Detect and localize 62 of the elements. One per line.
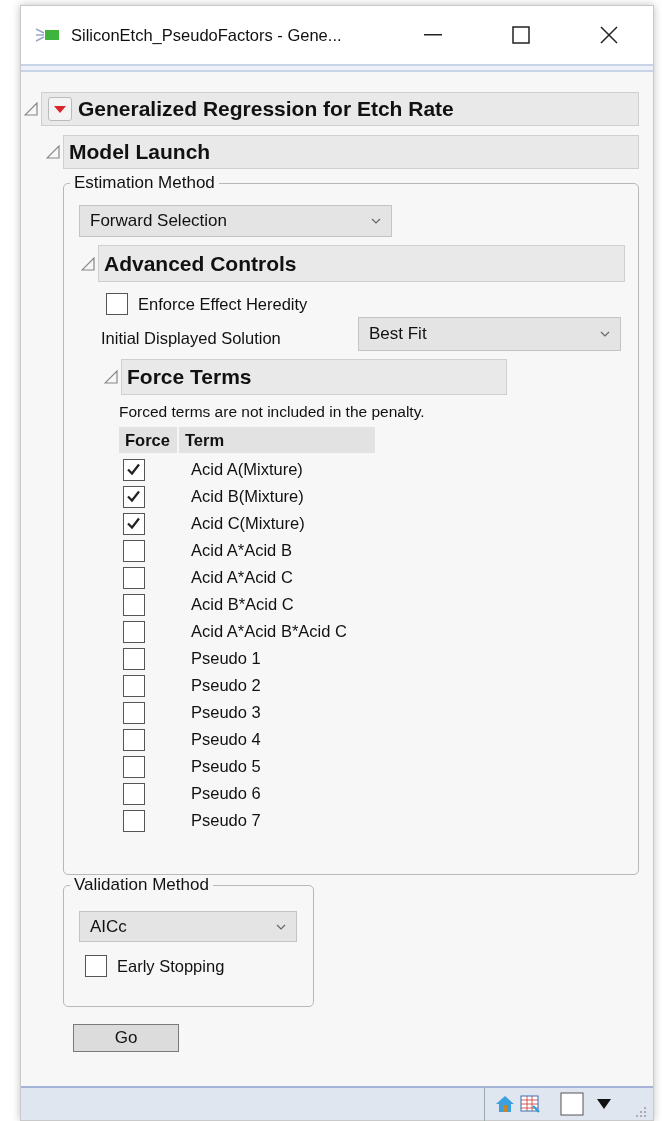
term-label: Acid A*Acid B*Acid C [191,622,347,641]
chevron-icon [600,331,610,337]
checkbox[interactable] [123,485,145,508]
term-label: Acid B*Acid C [191,595,294,614]
checkbox[interactable] [123,566,145,589]
checkbox[interactable] [123,728,145,751]
checkbox[interactable] [85,955,107,977]
checkbox[interactable] [123,782,145,805]
window-title: SiliconEtch_PseudoFactors - Gene... [71,25,342,45]
group-label: Validation Method [73,875,210,895]
checkbox[interactable] [123,593,145,616]
square-icon[interactable] [560,1092,584,1116]
checkbox-label: Early Stopping [117,956,225,976]
checkbox[interactable] [123,620,145,643]
field-label: Initial Displayed Solution [101,329,282,348]
minimize-icon[interactable] [424,34,442,36]
section-title: Force Terms [127,365,252,389]
checkbox-label: Enforce Effect Heredity [138,294,308,314]
go-button[interactable]: Go [73,1024,179,1052]
resize-grip-icon[interactable] [635,1106,647,1118]
term-label: Pseudo 3 [191,703,261,722]
term-label: Pseudo 5 [191,757,261,776]
term-label: Pseudo 7 [191,811,261,830]
checkbox[interactable] [123,674,145,697]
disclosure-triangle-icon[interactable] [46,145,60,159]
checkbox[interactable] [106,293,128,315]
report-title: Generalized Regression for Etch Rate [78,97,454,121]
maximize-icon[interactable] [512,26,530,44]
term-label: Pseudo 2 [191,676,261,695]
disclosure-triangle-icon[interactable] [104,370,118,384]
group-label: Estimation Method [73,173,216,193]
checkbox[interactable] [123,701,145,724]
chevron-icon [371,218,381,224]
term-label: Acid C(Mixture) [191,514,305,533]
checkbox[interactable] [123,755,145,778]
checkbox[interactable] [123,512,145,535]
section-title: Advanced Controls [104,251,297,276]
term-label: Pseudo 1 [191,649,261,668]
column-header: Term [179,427,375,453]
checkbox[interactable] [123,458,145,481]
term-label: Acid A*Acid B [191,541,292,560]
term-label: Pseudo 6 [191,784,261,803]
dropdown[interactable]: Forward Selection [79,205,392,237]
dropdown[interactable]: Best Fit [358,317,621,351]
section-title: Model Launch [69,140,211,164]
term-label: Pseudo 4 [191,730,261,749]
chevron-icon [276,923,286,930]
dropdown[interactable]: AICc [79,911,297,942]
column-header: Force [119,427,177,453]
disclosure-triangle-icon[interactable] [24,102,38,116]
checkbox[interactable] [123,647,145,670]
checkbox[interactable] [123,539,145,562]
app-icon [35,26,61,44]
term-label: Acid B(Mixture) [191,487,304,506]
data-table-icon[interactable] [520,1094,540,1114]
term-label: Acid A*Acid C [191,568,293,587]
term-label: Acid A(Mixture) [191,460,303,479]
dropdown-arrow-icon[interactable] [597,1099,611,1109]
disclosure-triangle-icon[interactable] [81,256,95,271]
note-text: Forced terms are not included in the penalty. [119,403,426,421]
checkbox[interactable] [123,809,145,832]
close-icon[interactable] [600,26,618,44]
